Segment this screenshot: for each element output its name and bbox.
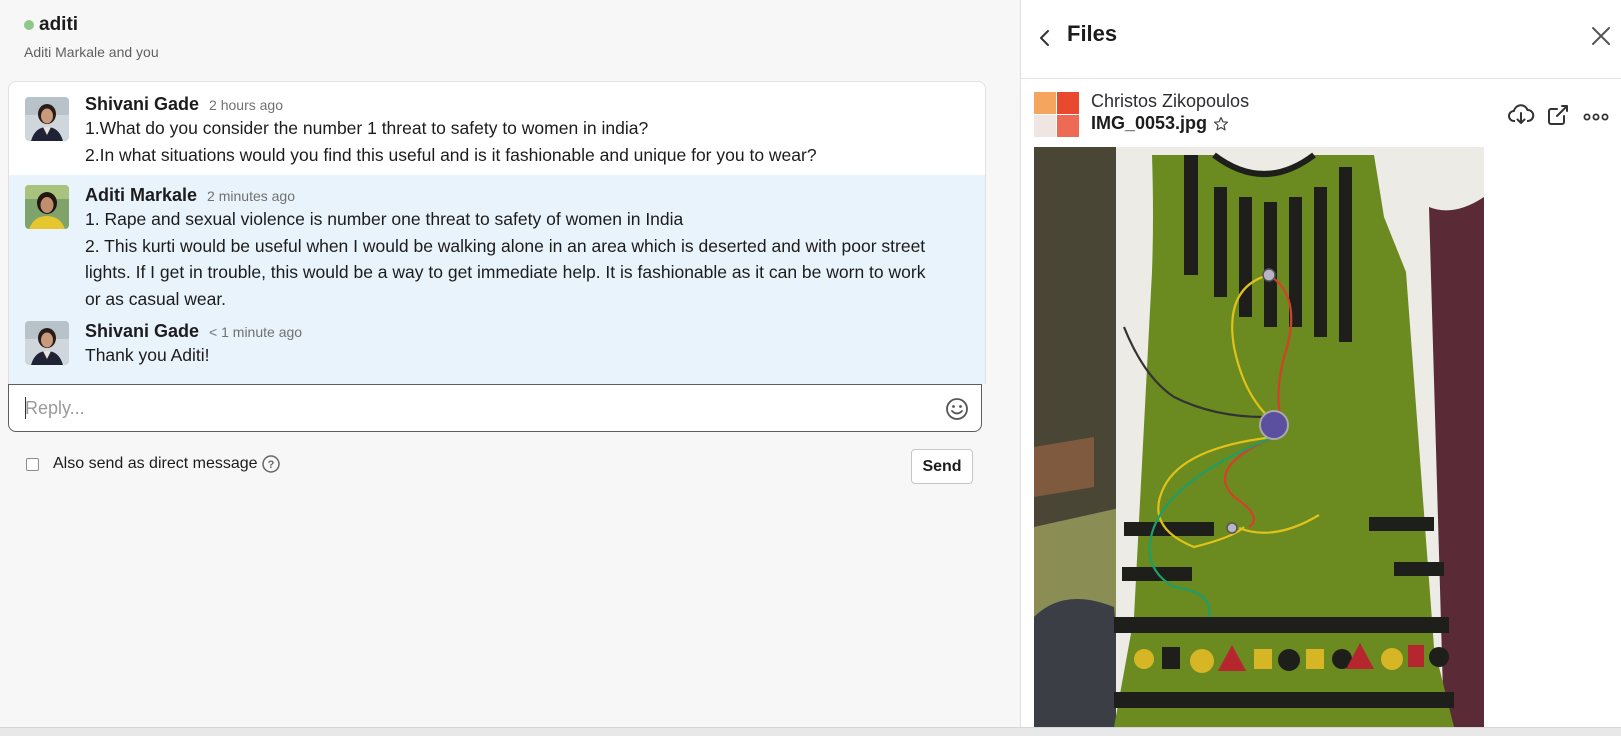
emoji-icon[interactable] <box>945 397 969 421</box>
message-timestamp[interactable]: < 1 minute ago <box>209 324 302 340</box>
message-author[interactable]: Shivani Gade <box>85 94 199 115</box>
files-header: Files <box>1021 0 1621 79</box>
external-link-icon[interactable] <box>1544 101 1572 129</box>
send-options: Also send as direct message ? <box>26 455 280 473</box>
file-name-row: IMG_0053.jpg <box>1091 113 1229 134</box>
close-icon[interactable] <box>1590 25 1612 47</box>
file-owner[interactable]: Christos Zikopoulos <box>1091 91 1249 112</box>
message-author[interactable]: Shivani Gade <box>85 321 199 342</box>
svg-text:?: ? <box>267 459 274 471</box>
star-icon[interactable] <box>1213 116 1229 132</box>
message-timestamp[interactable]: 2 hours ago <box>209 97 283 113</box>
reply-composer <box>8 384 982 432</box>
message-text: 2. This kurti would be useful when I wou… <box>85 235 931 309</box>
conversation-name: aditi <box>39 14 79 35</box>
conversation-title[interactable]: aditi <box>24 14 159 36</box>
message-timestamp[interactable]: 2 minutes ago <box>207 188 295 204</box>
message: Aditi Markale 2 minutes ago 1. Rape and … <box>9 175 985 317</box>
message-text: 2.In what situations would you find this… <box>85 144 817 165</box>
chevron-left-icon[interactable] <box>1036 28 1054 48</box>
avatar[interactable] <box>25 97 69 141</box>
file-name[interactable]: IMG_0053.jpg <box>1091 113 1207 134</box>
message-text: 1. Rape and sexual violence is number on… <box>85 209 684 229</box>
cloud-download-icon[interactable] <box>1507 101 1535 129</box>
message-header: Aditi Markale 2 minutes ago <box>85 185 985 206</box>
thread-pane: aditi Aditi Markale and you Shivani Gade… <box>0 0 1020 735</box>
message: Shivani Gade 2 hours ago 1.What do you c… <box>9 82 985 175</box>
also-send-checkbox[interactable] <box>26 457 39 471</box>
send-button[interactable]: Send <box>911 449 973 484</box>
also-send-label[interactable]: Also send as direct message <box>53 455 258 473</box>
message-text: Thank you Aditi! <box>85 345 210 365</box>
message-text: 1.What do you consider the number 1 thre… <box>85 118 649 138</box>
more-horizontal-icon[interactable] <box>1582 101 1610 129</box>
conversation-members: Aditi Markale and you <box>24 44 159 60</box>
files-title: Files <box>1067 21 1118 46</box>
reply-input[interactable] <box>25 385 905 431</box>
message-header: Shivani Gade 2 hours ago <box>85 94 985 115</box>
message: Shivani Gade < 1 minute ago Thank you Ad… <box>9 317 985 384</box>
message-author[interactable]: Aditi Markale <box>85 185 197 206</box>
file-type-thumbnail <box>1034 92 1079 137</box>
image-preview[interactable] <box>1034 147 1484 727</box>
presence-dot-icon <box>24 20 34 30</box>
message-list: Shivani Gade 2 hours ago 1.What do you c… <box>8 81 986 384</box>
files-pane: Files Christos Zikopoulos IMG_0053.jpg <box>1020 0 1621 727</box>
conversation-header: aditi Aditi Markale and you <box>24 14 159 60</box>
message-header: Shivani Gade < 1 minute ago <box>85 321 985 342</box>
avatar[interactable] <box>25 321 69 365</box>
text-caret <box>25 397 26 419</box>
question-circle-icon[interactable]: ? <box>261 455 280 473</box>
avatar[interactable] <box>25 185 69 229</box>
